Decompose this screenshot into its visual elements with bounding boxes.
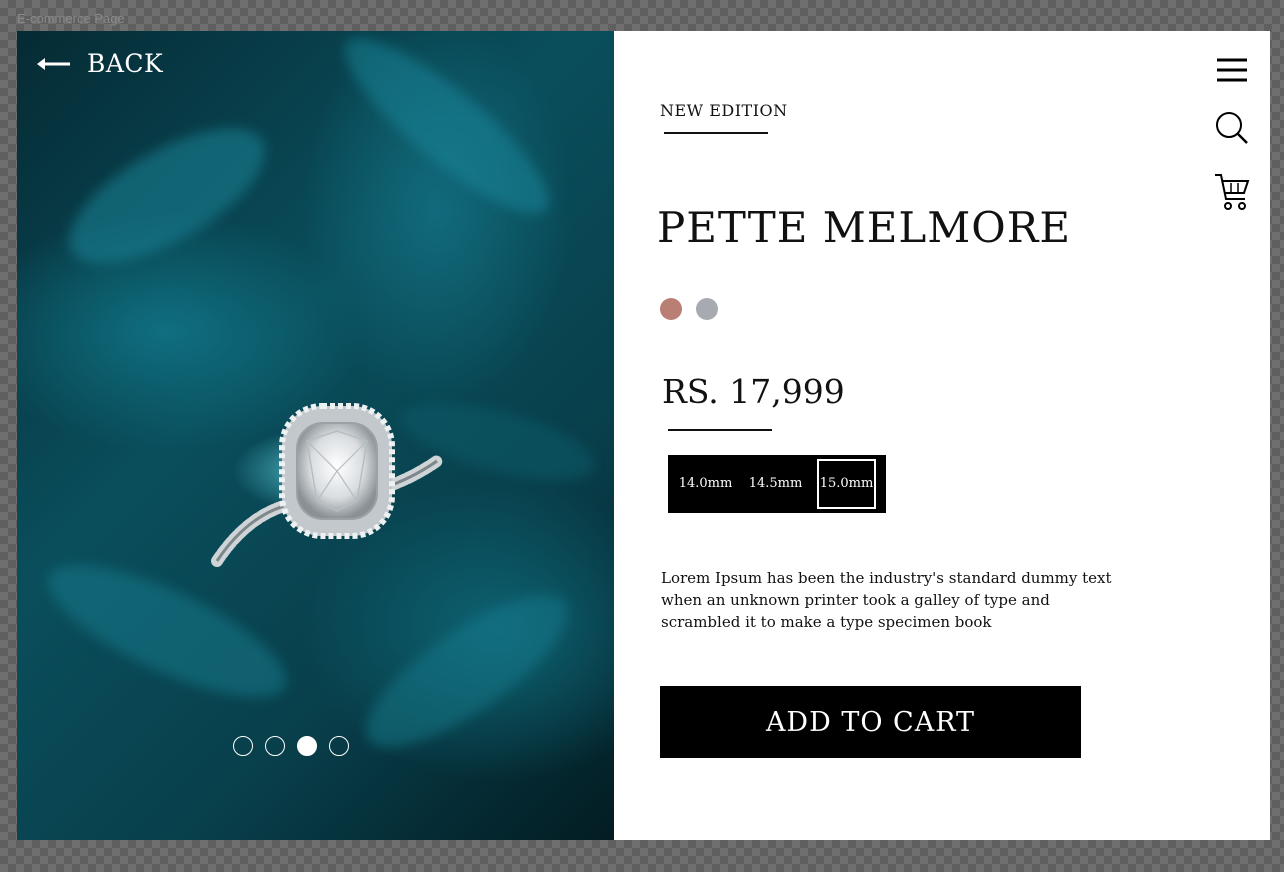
- search-icon[interactable]: [1215, 111, 1249, 145]
- carousel-dot-3[interactable]: [297, 736, 317, 756]
- back-button[interactable]: BACK: [37, 49, 163, 78]
- carousel-dot-1[interactable]: [233, 736, 253, 756]
- carousel-dot-2[interactable]: [265, 736, 285, 756]
- product-title: PETTE MELMORE: [657, 203, 1072, 252]
- badge-underline: [664, 132, 768, 134]
- carousel-indicators: [233, 736, 349, 756]
- header-actions: [1214, 57, 1250, 211]
- back-label: BACK: [87, 49, 164, 78]
- product-price: RS. 17,999: [662, 372, 845, 411]
- size-option-14-5[interactable]: 14.5mm: [738, 459, 813, 509]
- price-underline: [668, 429, 772, 431]
- edition-badge: NEW EDITION: [660, 101, 788, 120]
- arrow-left-icon: [37, 57, 70, 70]
- product-description: Lorem Ipsum has been the industry's stan…: [661, 569, 1112, 631]
- size-option-15-0-selected[interactable]: 15.0mm: [817, 459, 876, 509]
- window-title: E-commerce Page: [17, 11, 125, 26]
- size-selector: 14.0mm 14.5mm 15.0mm: [668, 455, 886, 513]
- product-page: BACK NEW EDITION PETTE MELMORE RS. 17,99…: [17, 31, 1270, 840]
- size-option-14-0[interactable]: 14.0mm: [673, 459, 738, 509]
- menu-icon[interactable]: [1216, 57, 1248, 83]
- color-swatch-silver[interactable]: [696, 298, 718, 320]
- add-to-cart-button[interactable]: ADD TO CART: [660, 686, 1081, 758]
- cart-icon[interactable]: [1214, 173, 1250, 211]
- ring-illustration: [211, 403, 443, 567]
- carousel-dot-4[interactable]: [329, 736, 349, 756]
- color-swatch-rose-gold[interactable]: [660, 298, 682, 320]
- color-swatches: [660, 298, 718, 320]
- product-image: BACK: [17, 31, 614, 840]
